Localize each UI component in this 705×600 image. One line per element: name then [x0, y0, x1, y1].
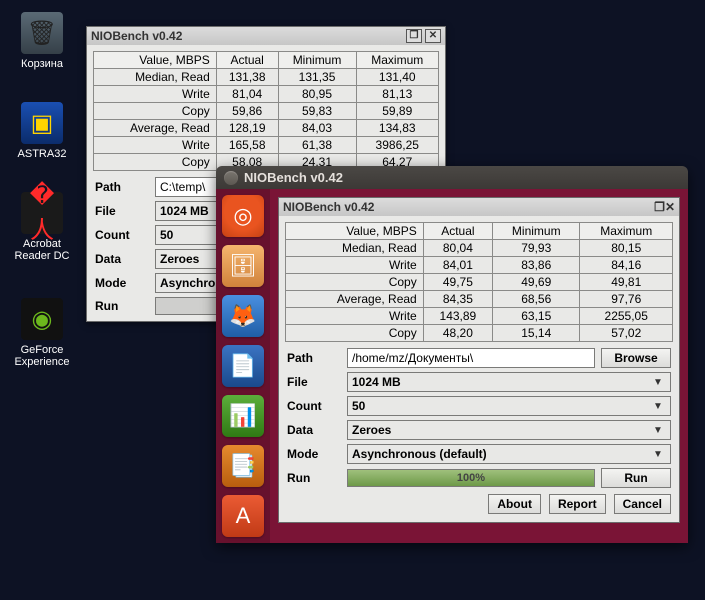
desktop-icon-trash[interactable]: 🗑 Корзина — [4, 12, 80, 70]
progress-bar: 100% — [347, 469, 595, 487]
window-title: NIOBench v0.42 — [283, 200, 374, 214]
cancel-button[interactable]: Cancel — [614, 494, 671, 514]
th: Value, MBPS — [94, 52, 217, 69]
file-label: File — [95, 204, 149, 218]
desktop-icon-geforce[interactable]: ◉ GeForce Experience — [4, 298, 80, 368]
calc-icon[interactable]: 📊 — [222, 395, 264, 437]
firefox-icon[interactable]: 🦊 — [222, 295, 264, 337]
acrobat-icon: �人 — [21, 192, 63, 234]
th: Maximum — [356, 52, 439, 69]
titlebar[interactable]: NIOBench v0.42 ❐ ✕ — [87, 27, 445, 45]
dash-icon[interactable]: ◎ — [222, 195, 264, 237]
path-label: Path — [287, 351, 341, 365]
browse-button[interactable]: Browse — [601, 348, 671, 368]
results-table: Value, MBPS Actual Minimum Maximum Media… — [93, 51, 439, 171]
ubuntu-titlebar[interactable]: NIOBench v0.42 — [216, 166, 688, 189]
titlebar[interactable]: NIOBench v0.42 ❐ ✕ — [279, 198, 679, 216]
data-label: Data — [287, 423, 341, 437]
desktop-icon-astra[interactable]: ▣ ASTRA32 — [4, 102, 80, 160]
data-label: Data — [95, 252, 149, 266]
desktop-icon-label: Корзина — [4, 58, 80, 70]
chevron-down-icon: ▼ — [650, 449, 666, 460]
software-icon[interactable]: A — [222, 495, 264, 537]
impress-icon[interactable]: 📑 — [222, 445, 264, 487]
th: Actual — [216, 52, 278, 69]
count-label: Count — [287, 399, 341, 413]
run-button[interactable]: Run — [601, 468, 671, 488]
count-label: Count — [95, 228, 149, 242]
file-combo[interactable]: 1024 MB▼ — [347, 372, 671, 392]
chevron-down-icon: ▼ — [650, 401, 666, 412]
desktop-icon-label: GeForce Experience — [4, 344, 80, 368]
trash-icon: 🗑 — [21, 12, 63, 54]
close-icon[interactable]: ✕ — [665, 200, 675, 214]
maximize-icon[interactable]: ❐ — [654, 200, 665, 214]
mode-label: Mode — [287, 447, 341, 461]
files-icon[interactable]: 🗄 — [222, 245, 264, 287]
file-label: File — [287, 375, 341, 389]
report-button[interactable]: Report — [549, 494, 606, 514]
window-control-icon[interactable] — [224, 171, 238, 185]
astra-icon: ▣ — [21, 102, 63, 144]
results-table: Value, MBPS Actual Minimum Maximum Media… — [285, 222, 673, 342]
count-combo[interactable]: 50▼ — [347, 396, 671, 416]
chevron-down-icon: ▼ — [650, 425, 666, 436]
geforce-icon: ◉ — [21, 298, 63, 340]
window-title: NIOBench v0.42 — [244, 170, 343, 185]
mode-label: Mode — [95, 276, 149, 290]
desktop-icon-acrobat[interactable]: �人 Acrobat Reader DC — [4, 192, 80, 262]
th: Minimum — [278, 52, 356, 69]
run-label: Run — [95, 299, 149, 313]
desktop-icon-label: ASTRA32 — [4, 148, 80, 160]
desktop-icon-label: Acrobat Reader DC — [4, 238, 80, 262]
writer-icon[interactable]: 📄 — [222, 345, 264, 387]
maximize-icon[interactable]: ❐ — [406, 29, 422, 43]
mode-combo[interactable]: Asynchronous (default)▼ — [347, 444, 671, 464]
window-ubuntu: NIOBench v0.42 ◎ 🗄 🦊 📄 📊 📑 A NIOBench v0… — [216, 166, 688, 543]
data-combo[interactable]: Zeroes▼ — [347, 420, 671, 440]
launcher: ◎ 🗄 🦊 📄 📊 📑 A — [216, 189, 270, 543]
window-niobench-2: NIOBench v0.42 ❐ ✕ Value, MBPS Actual Mi… — [278, 197, 680, 523]
run-label: Run — [287, 471, 341, 485]
chevron-down-icon: ▼ — [650, 377, 666, 388]
about-button[interactable]: About — [488, 494, 541, 514]
path-label: Path — [95, 180, 149, 194]
window-title: NIOBench v0.42 — [91, 29, 182, 43]
close-icon[interactable]: ✕ — [425, 29, 441, 43]
path-input[interactable] — [347, 348, 595, 368]
